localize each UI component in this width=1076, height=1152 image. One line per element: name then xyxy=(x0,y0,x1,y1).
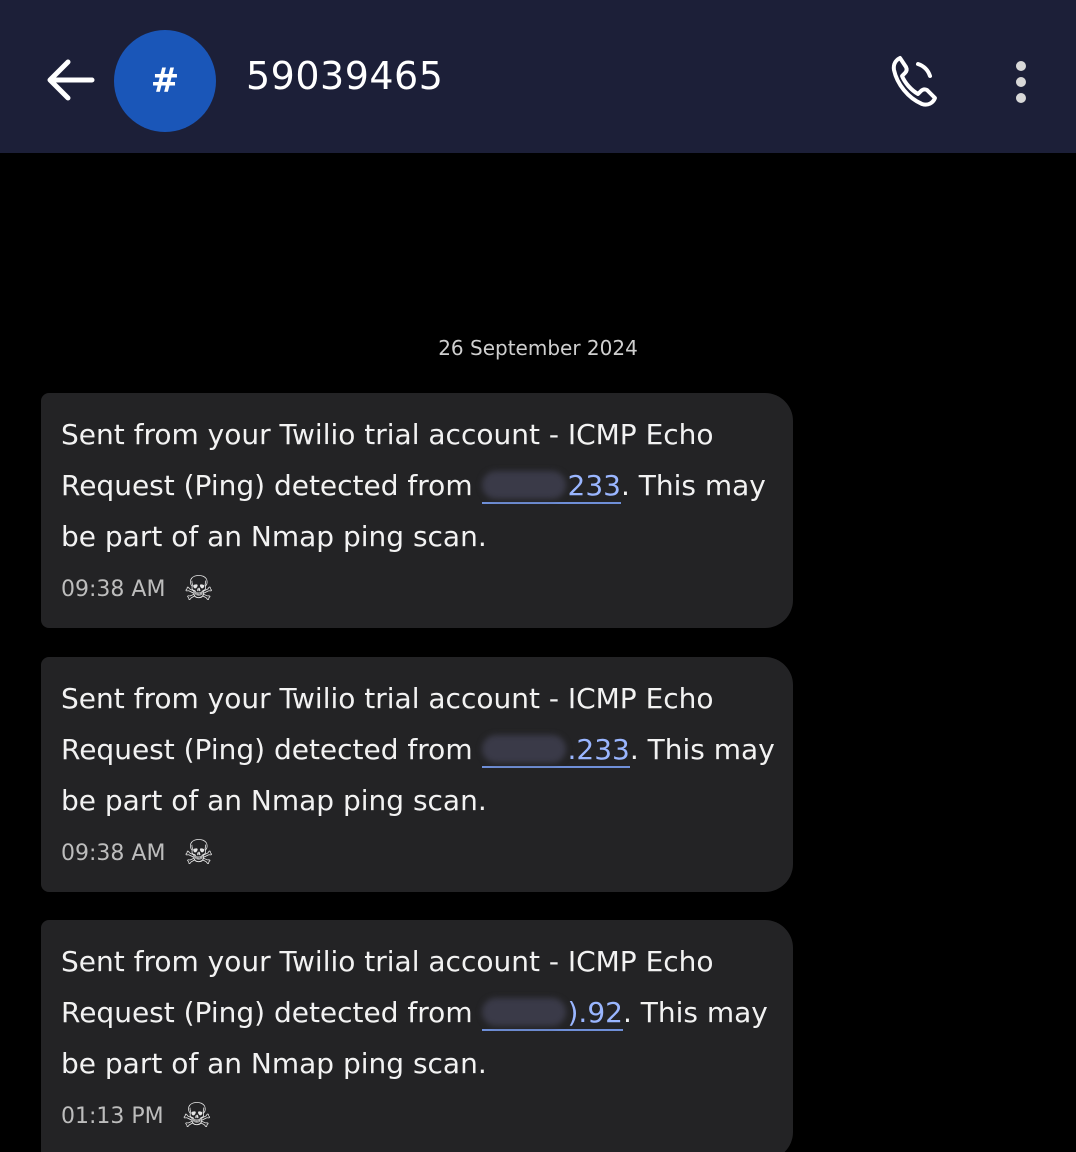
skull-crossbones-icon: ☠ xyxy=(181,1096,213,1136)
message-bubble[interactable]: Sent from your Twilio trial account - IC… xyxy=(41,393,793,628)
ip-visible-part: .233 xyxy=(567,733,630,766)
redacted-blur xyxy=(481,735,566,763)
message-meta: 09:38 AM ☠ xyxy=(61,833,223,873)
ip-address-link[interactable]: 233 xyxy=(481,469,621,504)
message-bubble[interactable]: Sent from your Twilio trial account - IC… xyxy=(41,920,793,1152)
message-time: 09:38 AM xyxy=(61,840,166,866)
redacted-blur xyxy=(481,471,566,499)
ip-address-link[interactable]: ).92 xyxy=(481,996,623,1031)
back-arrow-icon[interactable] xyxy=(42,54,98,106)
message-meta: 01:13 PM ☠ xyxy=(61,1096,222,1136)
contact-number[interactable]: 59039465 xyxy=(246,54,443,98)
conversation-header: # 59039465 xyxy=(0,0,1076,153)
message-meta: 09:38 AM ☠ xyxy=(61,569,223,609)
avatar[interactable]: # xyxy=(114,30,216,132)
message-text: Sent from your Twilio trial account - IC… xyxy=(61,409,781,562)
phone-call-icon[interactable] xyxy=(886,52,942,110)
skull-crossbones-icon: ☠ xyxy=(183,833,214,873)
message-text: Sent from your Twilio trial account - IC… xyxy=(61,936,781,1089)
message-text: Sent from your Twilio trial account - IC… xyxy=(61,673,781,826)
message-time: 01:13 PM xyxy=(61,1103,164,1129)
ip-visible-part: ).92 xyxy=(567,996,623,1029)
skull-crossbones-icon: ☠ xyxy=(183,569,214,609)
message-time: 09:38 AM xyxy=(61,576,166,602)
message-bubble[interactable]: Sent from your Twilio trial account - IC… xyxy=(41,657,793,892)
redacted-blur xyxy=(481,998,566,1026)
ip-address-link[interactable]: .233 xyxy=(481,733,630,768)
ip-visible-part: 233 xyxy=(567,469,621,502)
date-separator: 26 September 2024 xyxy=(438,336,638,360)
more-options-icon[interactable] xyxy=(1006,58,1036,108)
